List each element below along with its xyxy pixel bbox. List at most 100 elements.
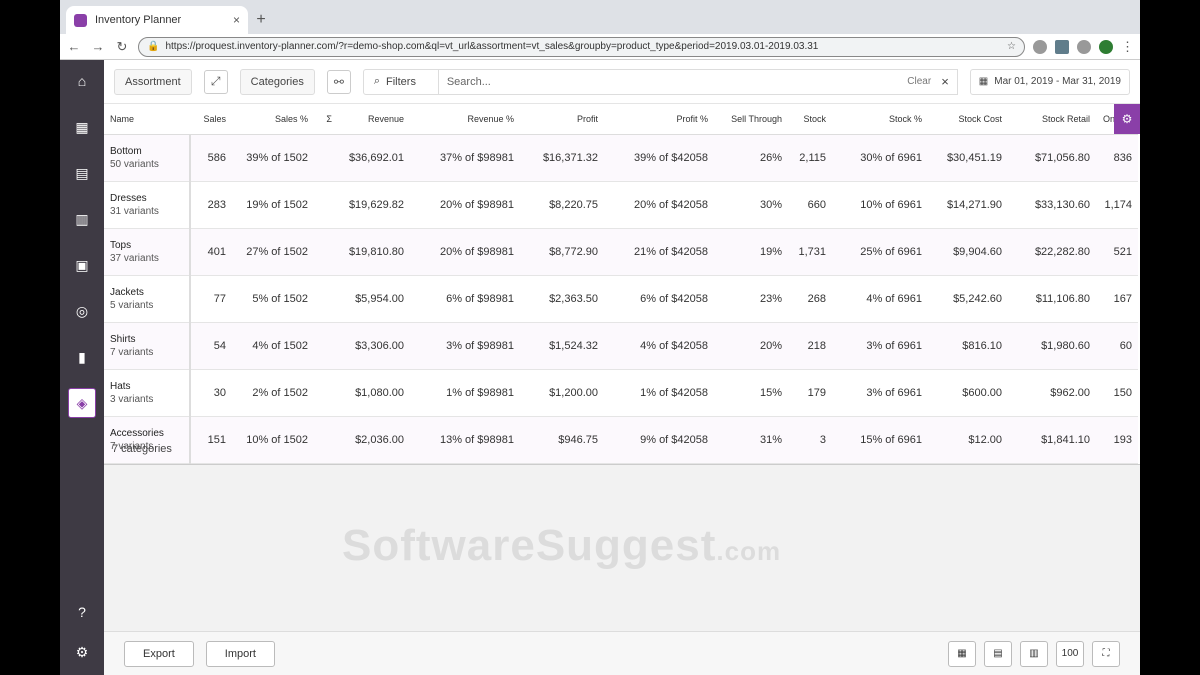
- table-row[interactable]: Accessories 7 variants 151 10% of 1502 $2,03…: [104, 416, 1138, 464]
- browser-toolbar: ← → ↻ 🔒 https://proquest.inventory-plann…: [60, 34, 1140, 60]
- bottom-action-bar: Export Import ▦ ▤ ▥ 100 ⛶: [104, 631, 1140, 675]
- search-icon: ⌕: [373, 75, 381, 87]
- filters-button[interactable]: ⌕ Filters: [362, 68, 439, 95]
- column-header[interactable]: Stock Cost: [928, 104, 1008, 135]
- clear-button[interactable]: Clear: [907, 76, 931, 87]
- back-arrow-icon[interactable]: ←: [66, 39, 82, 54]
- column-header[interactable]: Stock Retail: [1008, 104, 1096, 135]
- table-cell: 13% of $98981: [410, 416, 520, 464]
- extension-icon[interactable]: [1033, 39, 1047, 54]
- table-cell: $946.75: [520, 416, 604, 464]
- url-text: https://proquest.inventory-planner.com/?…: [165, 41, 819, 52]
- view-options-icon[interactable]: ⤢: [203, 69, 228, 94]
- extension-icon[interactable]: [1055, 39, 1069, 54]
- address-bar[interactable]: 🔒 https://proquest.inventory-planner.com…: [138, 36, 1025, 57]
- group-options-icon[interactable]: ⚯: [326, 69, 351, 94]
- table-row[interactable]: Bottom 50 variants 586 39% of 1502 $36,692.0…: [104, 134, 1138, 182]
- table-row[interactable]: Tops 37 variants 401 27% of 1502 $19,810.80 2…: [104, 228, 1138, 276]
- table-cell: $33,130.60: [1008, 181, 1096, 229]
- rail-forecast-icon[interactable]: ▤: [68, 158, 96, 188]
- extension-icon[interactable]: [1077, 39, 1091, 54]
- table-cell: $1,841.10: [1008, 416, 1096, 464]
- table-cell: 6% of $98981: [410, 275, 520, 323]
- rail-vendors-icon[interactable]: ◎: [68, 296, 96, 326]
- category-cell[interactable]: Hats 3 variants: [104, 369, 191, 417]
- profile-avatar[interactable]: [1099, 39, 1113, 54]
- close-icon[interactable]: ×: [941, 74, 949, 89]
- table-cell: 54: [190, 322, 232, 370]
- table-cell: [314, 228, 338, 276]
- category-name: Shirts: [110, 333, 136, 345]
- column-header[interactable]: Sales: [190, 104, 232, 135]
- reload-icon[interactable]: ↻: [114, 39, 130, 55]
- browser-tab[interactable]: Inventory Planner ×: [66, 6, 248, 34]
- table-cell: 268: [788, 275, 832, 323]
- rail-reports-icon[interactable]: ▮: [68, 342, 96, 372]
- list-view-icon[interactable]: ▤: [984, 640, 1012, 667]
- column-header[interactable]: Revenue: [338, 104, 410, 135]
- table-cell: $16,371.32: [520, 134, 604, 182]
- column-header[interactable]: Name: [104, 104, 190, 135]
- bookmark-star-icon[interactable]: ☆: [1007, 41, 1016, 52]
- column-header[interactable]: Revenue %: [410, 104, 520, 135]
- column-header[interactable]: Stock: [788, 104, 832, 135]
- table-cell: 20% of $98981: [410, 181, 520, 229]
- category-cell[interactable]: Tops 37 variants: [104, 228, 191, 276]
- rail-warehouse-icon[interactable]: ▣: [68, 250, 96, 280]
- rail-dashboard-icon[interactable]: ⌂: [68, 66, 96, 96]
- category-cell[interactable]: Shirts 7 variants: [104, 322, 191, 370]
- table-row[interactable]: Dresses 31 variants 283 19% of 1502 $19,629.…: [104, 181, 1138, 229]
- table-cell: 31%: [714, 416, 788, 464]
- column-header[interactable]: Profit: [520, 104, 604, 135]
- date-range-text: Mar 01, 2019 - Mar 31, 2019: [994, 76, 1121, 87]
- browser-menu-icon[interactable]: ⋮: [1121, 39, 1134, 55]
- column-header[interactable]: Sales %: [232, 104, 314, 135]
- grid-view-icon[interactable]: ▦: [948, 640, 976, 667]
- table-cell: 23%: [714, 275, 788, 323]
- table-row[interactable]: Shirts 7 variants 54 4% of 1502 $3,306.00 3% …: [104, 322, 1138, 370]
- rail-replenishment-icon[interactable]: ▦: [68, 112, 96, 142]
- column-header[interactable]: Profit %: [604, 104, 714, 135]
- assortment-table: Name Sales Sales % Σ Revenue Revenue % Profit P…: [104, 104, 1138, 464]
- rail-purchase-orders-icon[interactable]: ▥: [68, 204, 96, 234]
- tab-close-icon[interactable]: ×: [233, 13, 240, 27]
- export-button[interactable]: Export: [124, 640, 194, 667]
- forward-arrow-icon[interactable]: →: [90, 39, 106, 54]
- table-cell: 3% of 6961: [832, 322, 928, 370]
- table-cell: $1,200.00: [520, 369, 604, 417]
- category-count: 7 categories: [112, 443, 172, 455]
- category-cell[interactable]: Jackets 5 variants: [104, 275, 191, 323]
- table-cell: 150: [1096, 369, 1138, 417]
- column-header[interactable]: Sell Through: [714, 104, 788, 135]
- tab-strip: Inventory Planner × +: [60, 0, 1140, 34]
- table-cell: 10% of 6961: [832, 181, 928, 229]
- page-size-select[interactable]: 100: [1056, 640, 1084, 667]
- table-cell: $816.10: [928, 322, 1008, 370]
- group-by-select[interactable]: Categories: [239, 68, 315, 95]
- new-tab-button[interactable]: +: [248, 6, 274, 34]
- fullscreen-icon[interactable]: ⛶: [1092, 640, 1120, 667]
- date-range-picker[interactable]: ▦ Mar 01, 2019 - Mar 31, 2019: [969, 68, 1130, 95]
- rail-settings-icon[interactable]: ⚙: [68, 637, 96, 667]
- rail-assortment-icon[interactable]: ◈: [68, 388, 96, 418]
- category-cell[interactable]: Bottom 50 variants: [104, 134, 191, 182]
- category-cell[interactable]: Dresses 31 variants: [104, 181, 191, 229]
- search-input[interactable]: Search... Clear ×: [438, 68, 958, 95]
- table-row[interactable]: Jackets 5 variants 77 5% of 1502 $5,954.00 6%…: [104, 275, 1138, 323]
- view-select[interactable]: Assortment: [114, 68, 192, 95]
- table-cell: $9,904.60: [928, 228, 1008, 276]
- table-cell: 3: [788, 416, 832, 464]
- rail-help-icon[interactable]: ?: [68, 597, 96, 627]
- table-cell: 4% of 1502: [232, 322, 314, 370]
- calendar-icon: ▦: [978, 76, 989, 87]
- import-button[interactable]: Import: [205, 640, 275, 667]
- table-body: Bottom 50 variants 586 39% of 1502 $36,692.0…: [104, 134, 1138, 464]
- empty-area: SoftwareSuggest.com: [104, 464, 1140, 631]
- column-header[interactable]: Σ: [314, 104, 338, 135]
- table-cell: 4% of 6961: [832, 275, 928, 323]
- table-row[interactable]: Hats 3 variants 30 2% of 1502 $1,080.00 1% of…: [104, 369, 1138, 417]
- column-header[interactable]: Stock %: [832, 104, 928, 135]
- variant-count: 7 variants: [110, 346, 154, 358]
- columns-view-icon[interactable]: ▥: [1020, 640, 1048, 667]
- column-settings-icon[interactable]: ⚙: [1114, 104, 1140, 134]
